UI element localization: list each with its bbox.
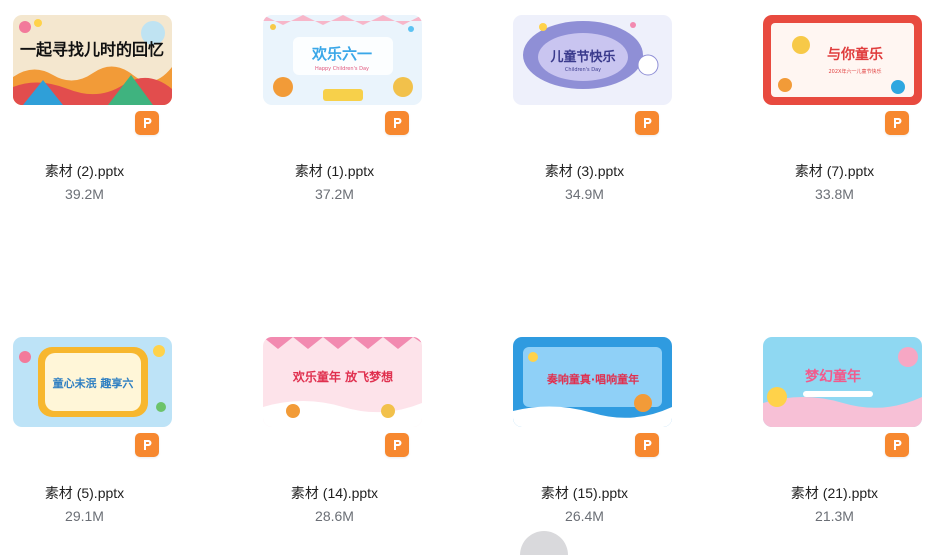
thumb-title: 与你童乐	[827, 46, 883, 63]
file-card[interactable]: 一起寻找儿时的回忆 素材 (2).pptx 39.2M	[0, 15, 192, 205]
file-name: 素材 (3).pptx	[544, 163, 625, 179]
ppt-file-icon	[635, 111, 659, 135]
file-size: 37.2M	[315, 186, 354, 202]
ppt-file-icon	[135, 111, 159, 135]
file-size: 29.1M	[65, 508, 104, 524]
thumb-title: 儿童节快乐	[549, 49, 615, 65]
file-name: 素材 (14).pptx	[290, 485, 379, 501]
thumb-subtitle: Children's Day	[565, 67, 601, 73]
file-name: 素材 (21).pptx	[790, 485, 879, 501]
ppt-file-icon	[635, 433, 659, 457]
ppt-file-icon	[385, 111, 409, 135]
file-card[interactable]: 梦幻童年 素材 (21).pptx 21.3M	[742, 337, 935, 527]
file-card[interactable]: 与你童乐 202X年六一儿童节快乐 素材 (7).pptx 33.8M	[742, 15, 935, 205]
thumb-title: 童心未泯 趣享六	[53, 376, 134, 390]
file-thumbnail: 梦幻童年	[763, 337, 922, 427]
file-name: 素材 (7).pptx	[794, 163, 875, 179]
file-size: 28.6M	[315, 508, 354, 524]
file-grid: 一起寻找儿时的回忆 素材 (2).pptx 39.2M 欢乐六一 Happy C…	[0, 0, 935, 537]
ppt-file-icon	[385, 433, 409, 457]
file-thumbnail: 欢乐童年 放飞梦想	[263, 337, 422, 427]
file-thumbnail: 奏响童真·唱响童年	[513, 337, 672, 427]
file-thumbnail: 与你童乐 202X年六一儿童节快乐	[763, 15, 922, 105]
file-size: 34.9M	[565, 186, 604, 202]
thumb-title: 梦幻童年	[805, 368, 861, 385]
thumb-subtitle: 202X年六一儿童节快乐	[829, 68, 882, 75]
file-card[interactable]: 欢乐童年 放飞梦想 素材 (14).pptx 28.6M	[242, 337, 442, 527]
file-name: 素材 (15).pptx	[540, 485, 629, 501]
file-card[interactable]: 奏响童真·唱响童年 素材 (15).pptx 26.4M	[492, 337, 692, 527]
file-name: 素材 (1).pptx	[294, 163, 375, 179]
file-name: 素材 (5).pptx	[44, 485, 125, 501]
file-size: 33.8M	[815, 186, 854, 202]
ppt-file-icon	[885, 111, 909, 135]
file-name: 素材 (2).pptx	[44, 163, 125, 179]
file-thumbnail: 一起寻找儿时的回忆	[13, 15, 172, 105]
file-thumbnail: 儿童节快乐 Children's Day	[513, 15, 672, 105]
file-thumbnail: 童心未泯 趣享六	[13, 337, 172, 427]
file-size: 26.4M	[565, 508, 604, 524]
file-size: 39.2M	[65, 186, 104, 202]
thumb-title: 欢乐童年 放飞梦想	[292, 369, 393, 384]
file-card[interactable]: 欢乐六一 Happy Children's Day 素材 (1).pptx 37…	[242, 15, 442, 205]
thumb-title: 奏响童真·唱响童年	[546, 372, 639, 386]
thumb-title: 一起寻找儿时的回忆	[20, 40, 164, 59]
file-card[interactable]: 童心未泯 趣享六 素材 (5).pptx 29.1M	[0, 337, 192, 527]
ppt-file-icon	[135, 433, 159, 457]
file-size: 21.3M	[815, 508, 854, 524]
thumb-subtitle: Happy Children's Day	[315, 66, 369, 72]
file-thumbnail: 欢乐六一 Happy Children's Day	[263, 15, 422, 105]
ppt-file-icon	[885, 433, 909, 457]
thumb-title: 欢乐六一	[311, 45, 372, 63]
file-card[interactable]: 儿童节快乐 Children's Day 素材 (3).pptx 34.9M	[492, 15, 692, 205]
